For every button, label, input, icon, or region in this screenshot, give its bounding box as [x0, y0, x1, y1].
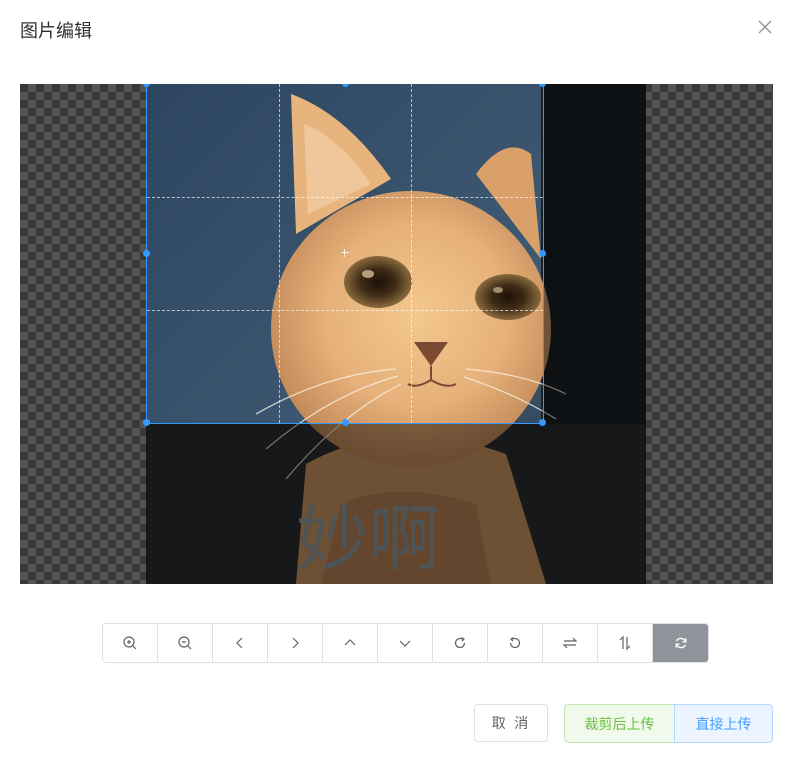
grid-line-v1 [279, 84, 280, 423]
crop-center-mark [341, 249, 349, 257]
crop-handle-w[interactable] [143, 250, 150, 257]
rotate-clockwise-icon [454, 636, 466, 649]
grid-line-v2 [411, 84, 412, 423]
chevron-right-icon [292, 637, 299, 649]
overlay-text: 妙啊 [296, 497, 440, 581]
crop-handle-se[interactable] [539, 419, 546, 426]
crop-box[interactable] [143, 84, 546, 426]
upload-button-group: 裁剪后上传 直接上传 [564, 704, 773, 743]
dialog-title: 图片编辑 [20, 21, 92, 42]
close-icon[interactable] [756, 18, 774, 36]
cancel-button[interactable]: 取 消 [474, 704, 548, 742]
move-left-button[interactable] [213, 624, 268, 662]
crop-mask-left [20, 84, 147, 584]
flip-vertical-icon [619, 635, 631, 651]
crop-handle-e[interactable] [539, 250, 546, 257]
refresh-icon [675, 637, 686, 649]
flip-horizontal-button[interactable] [543, 624, 598, 662]
image-edit-dialog: 图片编辑 妙啊 取 消 裁剪后上传 直接上传 [0, 0, 792, 765]
grid-line-h2 [147, 310, 543, 311]
flip-vertical-button[interactable] [598, 624, 653, 662]
crop-handle-sw[interactable] [143, 419, 150, 426]
direct-upload-button[interactable]: 直接上传 [674, 704, 773, 743]
move-right-button[interactable] [268, 624, 323, 662]
crop-upload-button[interactable]: 裁剪后上传 [564, 704, 674, 743]
grid-line-h1 [147, 197, 543, 198]
rotate-right-button[interactable] [433, 624, 488, 662]
rotate-left-button[interactable] [488, 624, 543, 662]
edit-toolbar [102, 623, 709, 663]
move-down-button[interactable] [378, 624, 433, 662]
crop-stage[interactable]: 妙啊 [20, 84, 773, 584]
crop-handle-nw[interactable] [143, 84, 150, 87]
chevron-down-icon [399, 640, 411, 647]
move-up-button[interactable] [323, 624, 378, 662]
reset-button[interactable] [653, 624, 708, 662]
zoom-in-icon [123, 636, 137, 650]
rotate-counterclockwise-icon [509, 636, 521, 649]
zoom-in-button[interactable] [103, 624, 158, 662]
crop-handle-s[interactable] [342, 419, 349, 426]
zoom-out-icon [178, 636, 192, 650]
zoom-out-button[interactable] [158, 624, 213, 662]
chevron-left-icon [236, 637, 243, 649]
crop-handle-n[interactable] [342, 84, 349, 87]
chevron-up-icon [344, 639, 356, 646]
flip-horizontal-icon [562, 637, 578, 649]
